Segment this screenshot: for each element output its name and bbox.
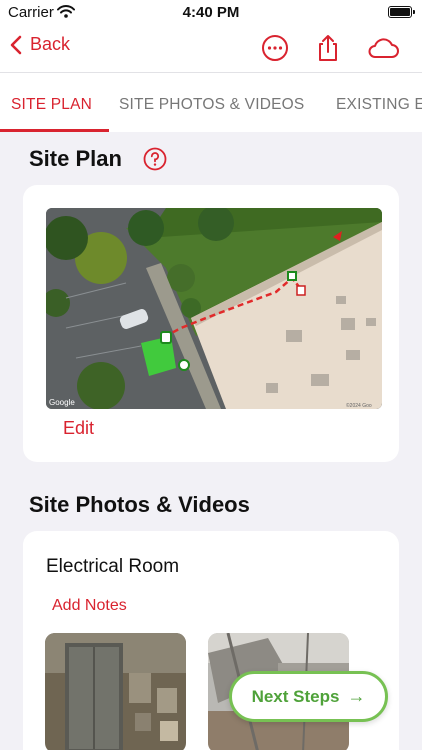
site-plan-map[interactable]: Google ©2024 Goo [46,208,382,409]
status-bar: Carrier 4:40 PM [0,0,422,26]
navigation-bar: Back [0,26,422,72]
back-button[interactable]: Back [10,34,70,55]
tab-existing[interactable]: EXISTING E [336,96,422,114]
clock: 4:40 PM [182,4,240,21]
site-photos-heading: Site Photos & Videos [29,492,250,517]
next-steps-button[interactable]: Next Steps → [229,671,388,722]
add-notes-link[interactable]: Add Notes [52,597,127,615]
site-plan-heading: Site Plan [29,146,122,171]
more-icon[interactable] [260,33,290,63]
edit-site-plan-link[interactable]: Edit [63,418,94,439]
battery-icon [388,6,415,18]
map-attribution: Google [49,398,75,407]
electrical-room-photo-1[interactable] [45,633,186,750]
cloud-icon[interactable] [366,33,400,63]
chevron-left-icon [10,35,22,54]
help-icon[interactable] [143,147,167,171]
active-tab-indicator [0,129,109,132]
tab-site-photos-videos[interactable]: SITE PHOTOS & VIDEOS [119,96,304,114]
next-steps-label: Next Steps [251,686,340,706]
tab-site-plan[interactable]: SITE PLAN [11,96,92,114]
arrow-right-icon: → [347,686,366,706]
share-icon[interactable] [313,33,343,63]
room-title: Electrical Room [46,556,180,577]
tab-bar: SITE PLAN SITE PHOTOS & VIDEOS EXISTING … [0,72,422,132]
back-label: Back [30,34,71,54]
map-copyright: ©2024 Goo [346,402,372,409]
